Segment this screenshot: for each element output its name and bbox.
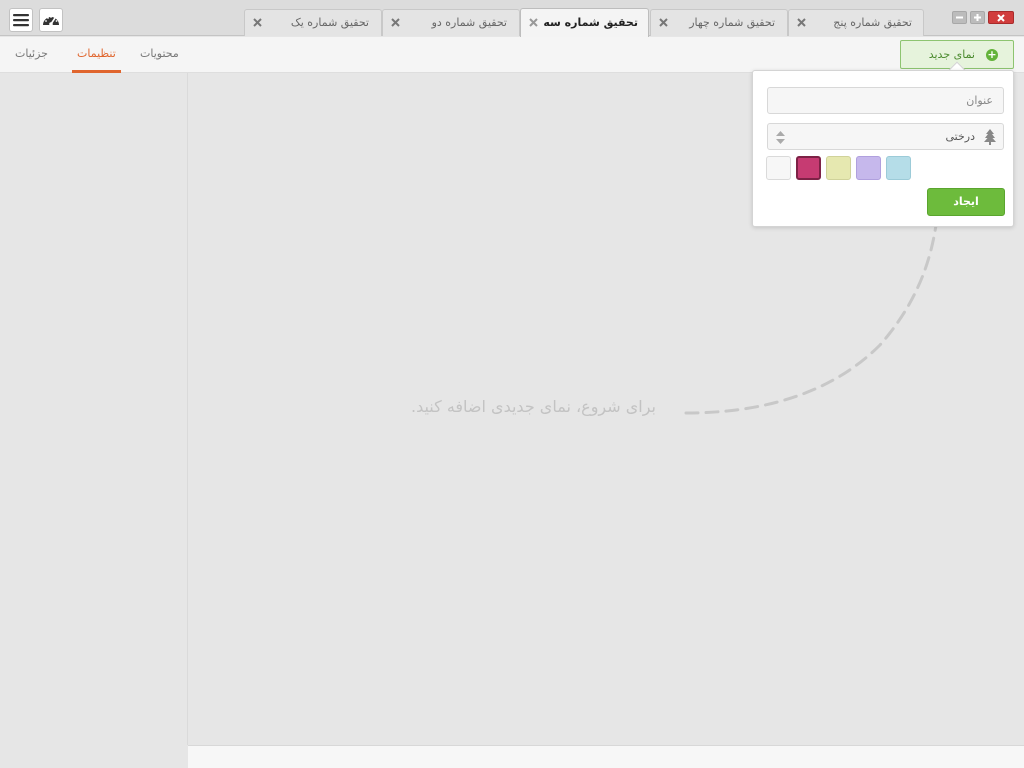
menu-button[interactable] [9, 8, 33, 32]
updown-arrows-icon [776, 131, 785, 144]
tab-research-two[interactable]: تحقیق شماره دو [382, 9, 520, 36]
minimize-button[interactable] [952, 11, 967, 24]
close-window-button[interactable] [988, 11, 1014, 24]
tab-research-five[interactable]: تحقیق شماره پنج [788, 9, 924, 36]
maximize-button[interactable] [970, 11, 985, 24]
tab-bar: تحقیق شماره پنج تحقیق شماره چهار تحقیق ش… [0, 0, 1024, 37]
plus-circle-icon: + [986, 48, 998, 61]
gauge-icon [43, 16, 59, 26]
color-swatch-magenta[interactable] [796, 156, 821, 180]
color-swatch-blue[interactable] [886, 156, 911, 180]
tab-label: تحقیق شماره سه [543, 16, 638, 29]
hamburger-icon [13, 14, 29, 27]
tab-close-icon[interactable] [390, 17, 401, 28]
bottom-bar [188, 745, 1024, 768]
tab-label: تحقیق شماره یک [290, 16, 369, 29]
view-toolbar: محتویات تنظیمات جزئیات نمای جدید + [0, 37, 1024, 73]
tab-label: تحقیق شماره چهار [689, 16, 775, 29]
view-type-select[interactable]: درختی [767, 123, 1004, 150]
create-button[interactable]: ایجاد [927, 188, 1005, 216]
tab-research-one[interactable]: تحقیق شماره یک [244, 9, 382, 36]
tab-close-icon[interactable] [658, 17, 669, 28]
tab-label: تحقیق شماره پنج [833, 16, 912, 29]
subtab-settings[interactable]: تنظیمات [77, 47, 116, 60]
close-icon [997, 13, 1005, 22]
tab-close-icon[interactable] [796, 17, 807, 28]
tab-research-four[interactable]: تحقیق شماره چهار [650, 9, 788, 36]
color-swatch-white[interactable] [766, 156, 791, 180]
new-view-label: نمای جدید [928, 48, 975, 61]
plus-icon [974, 14, 981, 21]
empty-state-message: برای شروع، نمای جدیدی اضافه کنید. [410, 397, 656, 416]
tab-close-icon[interactable] [252, 17, 263, 28]
tab-research-three[interactable]: تحقیق شماره سه [520, 8, 649, 37]
new-view-popover: درختی ایجاد [752, 70, 1014, 227]
minus-icon [956, 16, 963, 19]
subtab-contents[interactable]: محتویات [140, 47, 179, 60]
tab-close-icon[interactable] [528, 17, 539, 28]
title-input[interactable] [767, 87, 1004, 114]
color-swatch-purple[interactable] [856, 156, 881, 180]
tab-label: تحقیق شماره دو [431, 16, 507, 29]
dashboard-button[interactable] [39, 8, 63, 32]
view-type-label: درختی [945, 130, 976, 143]
sidebar-divider [187, 73, 188, 745]
color-swatch-yellow[interactable] [826, 156, 851, 180]
subtab-details[interactable]: جزئیات [15, 47, 48, 60]
active-subtab-indicator [72, 70, 121, 73]
tree-icon [984, 129, 996, 145]
